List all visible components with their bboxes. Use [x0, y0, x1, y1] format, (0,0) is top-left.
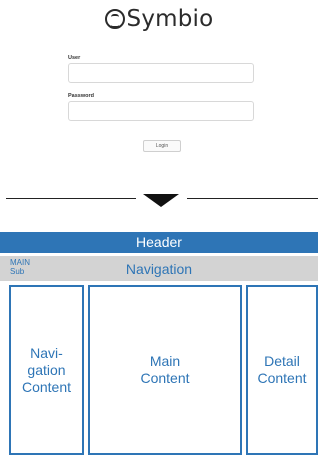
password-input[interactable]: [68, 101, 254, 121]
navigation-content-panel: Navi- gation Content: [9, 285, 84, 455]
divider-right: [187, 198, 318, 199]
divider-left: [6, 198, 136, 199]
user-label: User: [68, 55, 81, 61]
user-input[interactable]: [68, 63, 254, 83]
down-arrow-icon: [143, 194, 179, 207]
detail-content-panel: Detail Content: [246, 285, 318, 455]
login-button[interactable]: Login: [143, 140, 181, 152]
brand-name: Symbio: [126, 6, 214, 32]
main-content-panel: Main Content: [88, 285, 242, 455]
navigation-title: Navigation: [125, 261, 193, 277]
symbio-logo-icon: [104, 9, 125, 29]
password-label: Password: [68, 93, 94, 99]
detail-content-label: Detail Content: [257, 353, 307, 386]
layout-navigation: MAIN Sub Navigation: [0, 256, 318, 281]
brand-logo: Symbio: [0, 6, 318, 32]
main-content-label: Main Content: [140, 353, 190, 386]
navigation-content-label: Navi- gation Content: [21, 344, 72, 395]
layout-header: Header: [0, 232, 318, 253]
